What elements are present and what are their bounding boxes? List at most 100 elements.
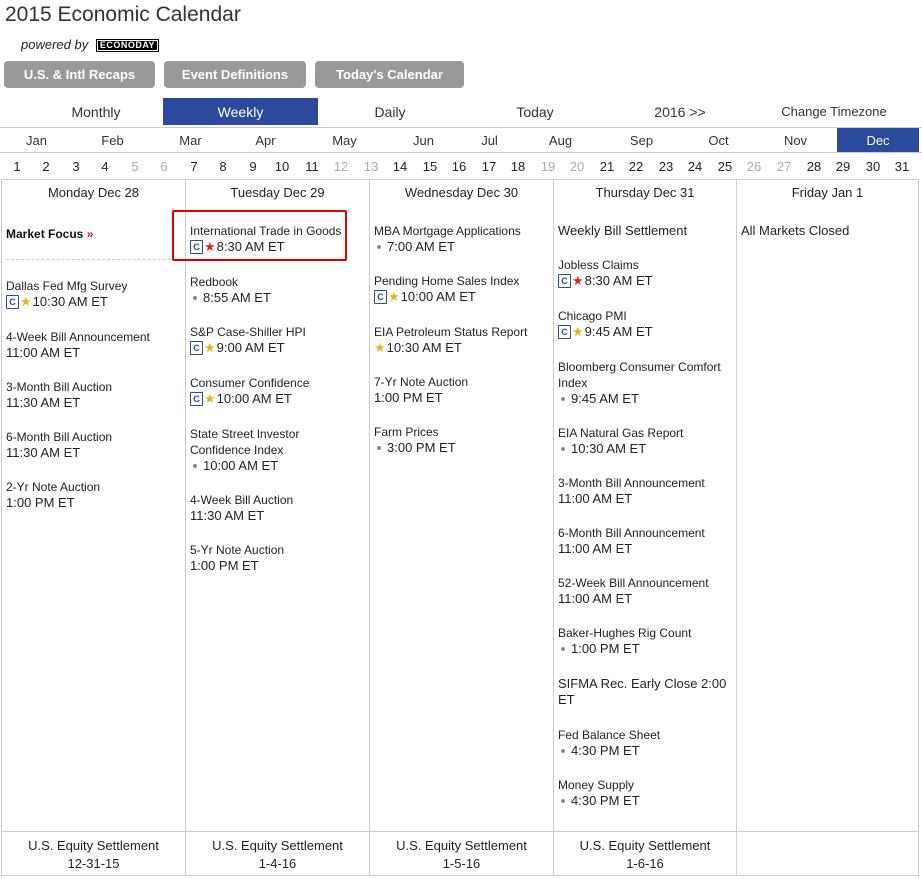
day-link[interactable]: 15	[419, 153, 441, 179]
consensus-icon[interactable]: C	[558, 274, 571, 288]
day-link[interactable]: 31	[891, 153, 913, 179]
event-name-line2[interactable]: Index	[558, 375, 734, 391]
day-link[interactable]: 30	[862, 153, 884, 179]
change-timezone-link[interactable]: Change Timezone	[770, 98, 898, 125]
event-name[interactable]: 5-Yr Note Auction	[190, 542, 367, 558]
event-definitions-button[interactable]: Event Definitions	[164, 61, 306, 88]
event-name[interactable]: 2-Yr Note Auction	[6, 479, 183, 495]
event-name[interactable]: Jobless Claims	[558, 257, 734, 273]
day-link[interactable]: 7	[183, 153, 205, 179]
day-link[interactable]: 18	[507, 153, 529, 179]
day-link[interactable]: 20	[566, 153, 588, 179]
day-link[interactable]: 26	[743, 153, 765, 179]
day-link[interactable]: 3	[65, 153, 87, 179]
event-name[interactable]: EIA Natural Gas Report	[558, 425, 734, 441]
month-jan[interactable]: Jan	[0, 128, 73, 152]
event-name[interactable]: Money Supply	[558, 777, 734, 793]
event-name[interactable]: 6-Month Bill Auction	[6, 429, 183, 445]
event-name[interactable]: S&P Case-Shiller HPI	[190, 324, 367, 340]
day-link[interactable]: 1	[6, 153, 28, 179]
event-name: All Markets Closed	[741, 223, 850, 238]
event-name[interactable]: 4-Week Bill Announcement	[6, 329, 183, 345]
event-name[interactable]: Bloomberg Consumer Comfort	[558, 359, 734, 375]
day-link[interactable]: 5	[124, 153, 146, 179]
event-name[interactable]: Farm Prices	[374, 424, 551, 440]
consensus-icon[interactable]: C	[190, 240, 203, 254]
event-name[interactable]: MBA Mortgage Applications	[374, 223, 551, 239]
day-link[interactable]: 22	[625, 153, 647, 179]
day-link[interactable]: 11	[301, 153, 323, 179]
month-mar[interactable]: Mar	[154, 128, 227, 152]
todays-calendar-button[interactable]: Today's Calendar	[315, 61, 464, 88]
event-time: 11:00 AM ET	[6, 345, 81, 360]
event-name[interactable]: 7-Yr Note Auction	[374, 374, 551, 390]
month-dec[interactable]: Dec	[837, 128, 919, 152]
day-link[interactable]: 16	[448, 153, 470, 179]
month-oct[interactable]: Oct	[682, 128, 755, 152]
day-link[interactable]: 12	[330, 153, 352, 179]
recaps-button[interactable]: U.S. & Intl Recaps	[4, 61, 155, 88]
event-time: 10:00 AM ET	[203, 458, 279, 473]
tab-monthly[interactable]: Monthly	[30, 98, 162, 125]
event-name[interactable]: Consumer Confidence	[190, 375, 367, 391]
day-link[interactable]: 10	[271, 153, 293, 179]
consensus-icon[interactable]: C	[374, 290, 387, 304]
day-link[interactable]: 9	[242, 153, 264, 179]
tab-weekly[interactable]: Weekly	[163, 98, 318, 125]
settlement-cell: U.S. Equity Settlement 12-31-15	[2, 831, 186, 875]
event-name[interactable]: EIA Petroleum Status Report	[374, 324, 551, 340]
day-link[interactable]: 4	[94, 153, 116, 179]
month-aug[interactable]: Aug	[524, 128, 597, 152]
tab-today[interactable]: Today	[485, 98, 585, 125]
consensus-icon[interactable]: C	[6, 295, 19, 309]
tab-daily[interactable]: Daily	[340, 98, 440, 125]
market-focus-link[interactable]: Market Focus »	[6, 227, 93, 241]
day-link[interactable]: 28	[803, 153, 825, 179]
event-name[interactable]: Chicago PMI	[558, 308, 734, 324]
event-name[interactable]: 6-Month Bill Announcement	[558, 525, 734, 541]
day-link[interactable]: 17	[478, 153, 500, 179]
event-name[interactable]: State Street Investor	[190, 426, 367, 442]
event-name[interactable]: Baker-Hughes Rig Count	[558, 625, 734, 641]
day-link[interactable]: 14	[389, 153, 411, 179]
event-name[interactable]: Redbook	[190, 274, 367, 290]
month-feb[interactable]: Feb	[76, 128, 149, 152]
month-may[interactable]: May	[308, 128, 381, 152]
day-link[interactable]: 6	[153, 153, 175, 179]
event-item: Baker-Hughes Rig Count 1:00 PM ET	[558, 625, 734, 657]
event-name[interactable]: Pending Home Sales Index	[374, 273, 551, 289]
event-name[interactable]: 3-Month Bill Auction	[6, 379, 183, 395]
month-jun[interactable]: Jun	[387, 128, 460, 152]
day-link[interactable]: 27	[773, 153, 795, 179]
event-item: Farm Prices 3:00 PM ET	[374, 424, 551, 456]
day-link[interactable]: 21	[596, 153, 618, 179]
consensus-icon[interactable]: C	[558, 325, 571, 339]
consensus-icon[interactable]: C	[190, 341, 203, 355]
event-name[interactable]: Dallas Fed Mfg Survey	[6, 278, 183, 294]
month-jul[interactable]: Jul	[453, 128, 526, 152]
day-link[interactable]: 19	[537, 153, 559, 179]
day-link[interactable]: 25	[714, 153, 736, 179]
day-link[interactable]: 29	[832, 153, 854, 179]
event-name[interactable]: 4-Week Bill Auction	[190, 492, 367, 508]
month-sep[interactable]: Sep	[605, 128, 678, 152]
event-name[interactable]: 3-Month Bill Announcement	[558, 475, 734, 491]
consensus-icon[interactable]: C	[190, 392, 203, 406]
event-name-line2[interactable]: Confidence Index	[190, 442, 367, 458]
event-name[interactable]: International Trade in Goods	[190, 223, 367, 239]
day-selector: 1 2 3 4 5 6 7 8 9 10 11 12 13 14 15 16 1…	[0, 153, 922, 179]
month-apr[interactable]: Apr	[229, 128, 302, 152]
day-link[interactable]: 23	[655, 153, 677, 179]
event-name[interactable]: Fed Balance Sheet	[558, 727, 734, 743]
event-name[interactable]: 52-Week Bill Announcement	[558, 575, 734, 591]
econoday-logo[interactable]: ECONODAY	[95, 39, 160, 52]
day-link[interactable]: 8	[212, 153, 234, 179]
event-name-line2[interactable]: ET	[558, 692, 734, 708]
month-nov[interactable]: Nov	[759, 128, 832, 152]
day-link[interactable]: 2	[35, 153, 57, 179]
event-name[interactable]: SIFMA Rec. Early Close 2:00	[558, 676, 734, 692]
day-link[interactable]: 24	[684, 153, 706, 179]
next-year-link[interactable]: 2016 >>	[630, 98, 730, 125]
day-link[interactable]: 13	[360, 153, 382, 179]
event-item: 3-Month Bill Announcement 11:00 AM ET	[558, 475, 734, 507]
